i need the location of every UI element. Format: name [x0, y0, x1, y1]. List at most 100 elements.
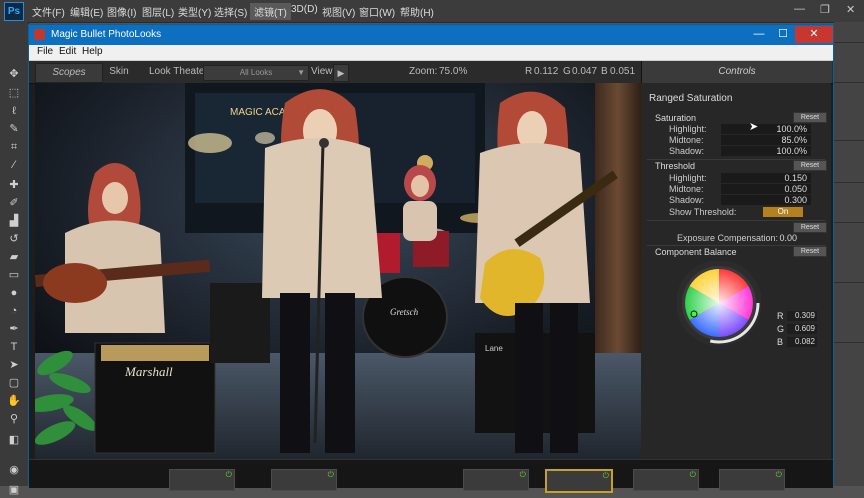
power-icon[interactable]: ⏻ — [690, 470, 696, 480]
photoshop-menubar: Ps 文件(F) 编辑(E) 图像(I) 图层(L) 类型(Y) 选择(S) 滤… — [0, 0, 864, 23]
power-icon[interactable]: ⏻ — [603, 471, 609, 481]
looks-select[interactable]: All Looks ▼ — [203, 65, 309, 81]
minimize-icon[interactable]: — — [747, 26, 771, 43]
path-select-tool-icon[interactable]: ➤ — [6, 357, 22, 373]
ps-menu-image[interactable]: 图像(I) — [107, 4, 136, 19]
threshold-reset-button[interactable]: Reset — [793, 160, 827, 171]
ps-menu-filter[interactable]: 滤镜(T) — [250, 3, 291, 20]
ps-menu-help[interactable]: 帮助(H) — [400, 4, 434, 19]
ps-menu-layer[interactable]: 图层(L) — [142, 4, 174, 19]
shape-tool-icon[interactable]: ▢ — [6, 375, 22, 391]
image-preview[interactable]: MAGIC ACADEMY Marshall Gretsch Lane — [35, 83, 641, 459]
marquee-tool-icon[interactable]: ⬚ — [6, 85, 22, 101]
play-icon[interactable]: ▶ — [333, 64, 349, 82]
dodge-tool-icon[interactable]: ◔ — [6, 303, 22, 319]
hand-tool-icon[interactable]: ✋ — [6, 393, 22, 409]
power-icon[interactable]: ⏻ — [776, 470, 782, 480]
ps-minimize-icon[interactable]: — — [794, 3, 805, 15]
sat-highlight-value[interactable]: 100.0% — [776, 124, 807, 134]
stamp-tool-icon[interactable]: ▟ — [6, 213, 22, 229]
gradient-tool-icon[interactable]: ▭ — [6, 267, 22, 283]
menu-help[interactable]: Help — [82, 46, 103, 57]
saturation-heading: Saturation — [655, 113, 697, 123]
sat-midtone-value[interactable]: 85.0% — [781, 135, 807, 145]
component-balance-reset-button[interactable]: Reset — [793, 246, 827, 257]
tool-card[interactable]: ⏻ — [169, 469, 235, 491]
sat-shadow-label: Shadow: — [669, 146, 705, 156]
view-label[interactable]: View — [311, 66, 333, 77]
cb-b-label: B — [777, 337, 784, 347]
exposure-reset-button[interactable]: Reset — [793, 222, 827, 233]
tool-card-selected[interactable]: ⏻ — [545, 469, 613, 493]
thr-shadow-value[interactable]: 0.300 — [784, 195, 807, 205]
look-theater-label[interactable]: Look Theater — [149, 66, 208, 77]
r-readout-label: R — [525, 66, 533, 77]
tab-controls[interactable]: Controls — [641, 61, 832, 83]
looks-select-value: All Looks — [239, 68, 273, 77]
ps-menu-edit[interactable]: 编辑(E) — [70, 4, 103, 19]
divider — [647, 220, 825, 221]
ps-close-icon[interactable]: ✕ — [846, 3, 855, 16]
menu-edit[interactable]: Edit — [59, 46, 76, 57]
tool-card[interactable]: ⏻ — [271, 469, 337, 491]
exposure-value[interactable]: 0.00 — [779, 233, 797, 243]
sat-highlight-label: Highlight: — [669, 124, 707, 134]
g-readout-value: 0.047 — [572, 66, 598, 77]
eraser-tool-icon[interactable]: ▰ — [6, 249, 22, 265]
ps-maximize-icon[interactable]: ❐ — [820, 3, 830, 16]
quick-select-tool-icon[interactable]: ✎ — [6, 121, 22, 137]
tab-skin[interactable]: Skin — [105, 63, 133, 81]
thr-highlight-label: Highlight: — [669, 173, 707, 183]
cb-b-value[interactable]: 0.082 — [787, 337, 817, 347]
tool-card[interactable]: ⏻ — [633, 469, 699, 491]
tab-scopes[interactable]: Scopes — [35, 63, 103, 83]
maximize-icon[interactable]: ☐ — [771, 26, 795, 43]
cb-r-value[interactable]: 0.309 — [787, 311, 817, 321]
power-icon[interactable]: ⏻ — [226, 470, 232, 480]
ps-menu-file[interactable]: 文件(F) — [32, 4, 65, 19]
healing-tool-icon[interactable]: ✚ — [6, 177, 22, 193]
text-tool-icon[interactable]: T — [6, 339, 22, 355]
window-titlebar[interactable]: Magic Bullet PhotoLooks — ☐ ✕ — [29, 25, 833, 45]
panel-divider — [834, 42, 864, 43]
history-brush-tool-icon[interactable]: ↺ — [6, 231, 22, 247]
eyedropper-tool-icon[interactable]: ⁄ — [6, 157, 22, 173]
ps-menu-select[interactable]: 选择(S) — [214, 4, 247, 19]
close-icon[interactable]: ✕ — [795, 26, 833, 43]
quick-mask-icon[interactable]: ◉ — [6, 462, 22, 478]
cb-g-value[interactable]: 0.609 — [787, 324, 817, 334]
ranged-saturation-heading: Ranged Saturation — [649, 93, 733, 104]
brush-tool-icon[interactable]: ✐ — [6, 195, 22, 211]
lasso-tool-icon[interactable]: ℓ — [6, 103, 22, 119]
photoshop-right-panels — [834, 22, 864, 486]
thr-midtone-value[interactable]: 0.050 — [784, 184, 807, 194]
amp-brand-text-right: Lane — [485, 344, 503, 353]
ps-menu-window[interactable]: 窗口(W) — [359, 4, 395, 19]
tool-card[interactable]: ⏻ — [719, 469, 785, 491]
show-threshold-toggle[interactable]: On — [763, 207, 803, 217]
ps-menu-3d[interactable]: 3D(D) — [291, 4, 318, 15]
screen-mode-icon[interactable]: ▣ — [6, 482, 22, 498]
power-icon[interactable]: ⏻ — [520, 470, 526, 480]
sat-shadow-value[interactable]: 100.0% — [776, 146, 807, 156]
photoshop-toolbar: ✥ ⬚ ℓ ✎ ⌗ ⁄ ✚ ✐ ▟ ↺ ▰ ▭ ● ◔ ✒ T ➤ ▢ ✋ ⚲ … — [0, 22, 29, 496]
cb-g-label: G — [777, 324, 785, 334]
power-icon[interactable]: ⏻ — [328, 470, 334, 480]
tool-card[interactable]: ⏻ — [463, 469, 529, 491]
color-swatches-icon[interactable]: ◧ — [6, 432, 22, 448]
thr-highlight-value[interactable]: 0.150 — [784, 173, 807, 183]
b-readout-label: B — [601, 66, 608, 77]
zoom-tool-icon[interactable]: ⚲ — [6, 411, 22, 427]
exposure-label: Exposure Compensation: — [677, 233, 779, 243]
pen-tool-icon[interactable]: ✒ — [6, 321, 22, 337]
move-tool-icon[interactable]: ✥ — [6, 66, 22, 82]
crop-tool-icon[interactable]: ⌗ — [6, 139, 22, 155]
panel-divider — [834, 342, 864, 343]
ps-menu-type[interactable]: 类型(Y) — [178, 4, 211, 19]
ps-menu-view[interactable]: 视图(V) — [322, 4, 355, 19]
saturation-reset-button[interactable]: Reset — [793, 112, 827, 123]
color-wheel[interactable] — [677, 261, 761, 345]
sat-midtone-label: Midtone: — [669, 135, 704, 145]
menu-file[interactable]: File — [37, 46, 53, 57]
blur-tool-icon[interactable]: ● — [6, 285, 22, 301]
